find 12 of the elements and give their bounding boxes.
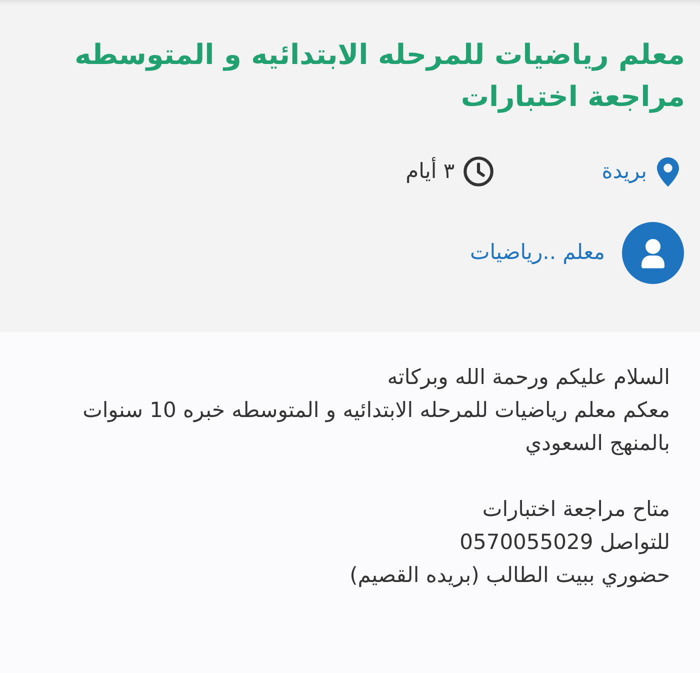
location-link[interactable]: بريدة [602, 156, 647, 188]
posted-time: ٣ أيام [406, 156, 455, 185]
description-text: حضوري ببيت الطالب (بريده القصيم) [348, 562, 670, 590]
description-text: معكم معلم رياضيات للمرحله الابتدائيه و المتوسطه خبره 10 سنوات بالمنهج السعودي [82, 397, 670, 458]
clock-icon [462, 156, 494, 188]
description-text: متاح مراجعة اختبارات [481, 496, 670, 524]
author-link[interactable]: معلم ..رياضيات [470, 236, 605, 268]
avatar-icon [622, 222, 684, 284]
description-text: للتواصل 0570055029 [458, 529, 670, 556]
listing-title: معلم رياضيات للمرحله الابتدائيه و المتوسطه مراجعة اختبارات [74, 37, 685, 115]
description-text: السلام عليكم ورحمة الله وبركاته [386, 364, 670, 392]
location-pin-icon [657, 156, 679, 187]
